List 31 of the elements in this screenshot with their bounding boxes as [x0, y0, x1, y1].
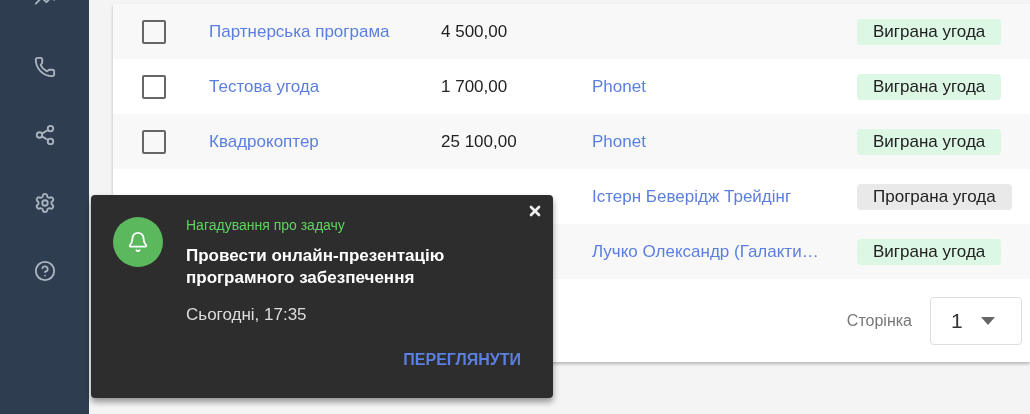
deal-link[interactable]: Квадрокоптер	[209, 131, 441, 152]
company-link[interactable]: Лучко Олександр (Галакти…	[592, 241, 857, 262]
page-select[interactable]: 1	[930, 296, 1022, 345]
company-link[interactable]: Істерн Беверідж Трейдінг	[592, 186, 857, 207]
status-badge: Виграна угода	[857, 238, 1002, 265]
bell-icon	[113, 217, 163, 267]
help-icon[interactable]	[33, 260, 56, 282]
close-icon[interactable]	[527, 203, 543, 219]
row-checkbox[interactable]	[142, 74, 166, 99]
phone-icon[interactable]	[33, 56, 56, 78]
caret-icon	[980, 316, 995, 325]
toast-category: Нагадування про задачу	[186, 217, 345, 233]
page-label: Сторінка	[846, 311, 912, 330]
toast-time: Сьогодні, 17:35	[186, 305, 307, 325]
share-icon[interactable]	[33, 124, 56, 146]
status-badge: Виграна угода	[857, 18, 1002, 45]
status-badge: Виграна угода	[857, 73, 1002, 100]
deal-link[interactable]: Тестова угода	[209, 76, 441, 97]
status-badge: Виграна угода	[857, 128, 1002, 155]
row-checkbox[interactable]	[142, 129, 166, 154]
view-button[interactable]: ПЕРЕГЛЯНУТИ	[403, 351, 521, 369]
status-badge: Програна угода	[857, 183, 1012, 210]
row-checkbox[interactable]	[142, 19, 166, 44]
amount-cell-text: 1 700,00	[441, 76, 509, 97]
amount-cell-text: 25 100,00	[441, 131, 518, 152]
company-link[interactable]: Phonet	[592, 76, 857, 97]
toast-title: Провести онлайн-презентацію програмного забезпечення	[186, 245, 446, 289]
amount-cell-text: 4 500,00	[441, 21, 509, 42]
deal-link[interactable]: Партнерська програма	[209, 21, 441, 42]
company-link[interactable]: Phonet	[592, 131, 857, 152]
settings-icon[interactable]	[33, 192, 56, 214]
